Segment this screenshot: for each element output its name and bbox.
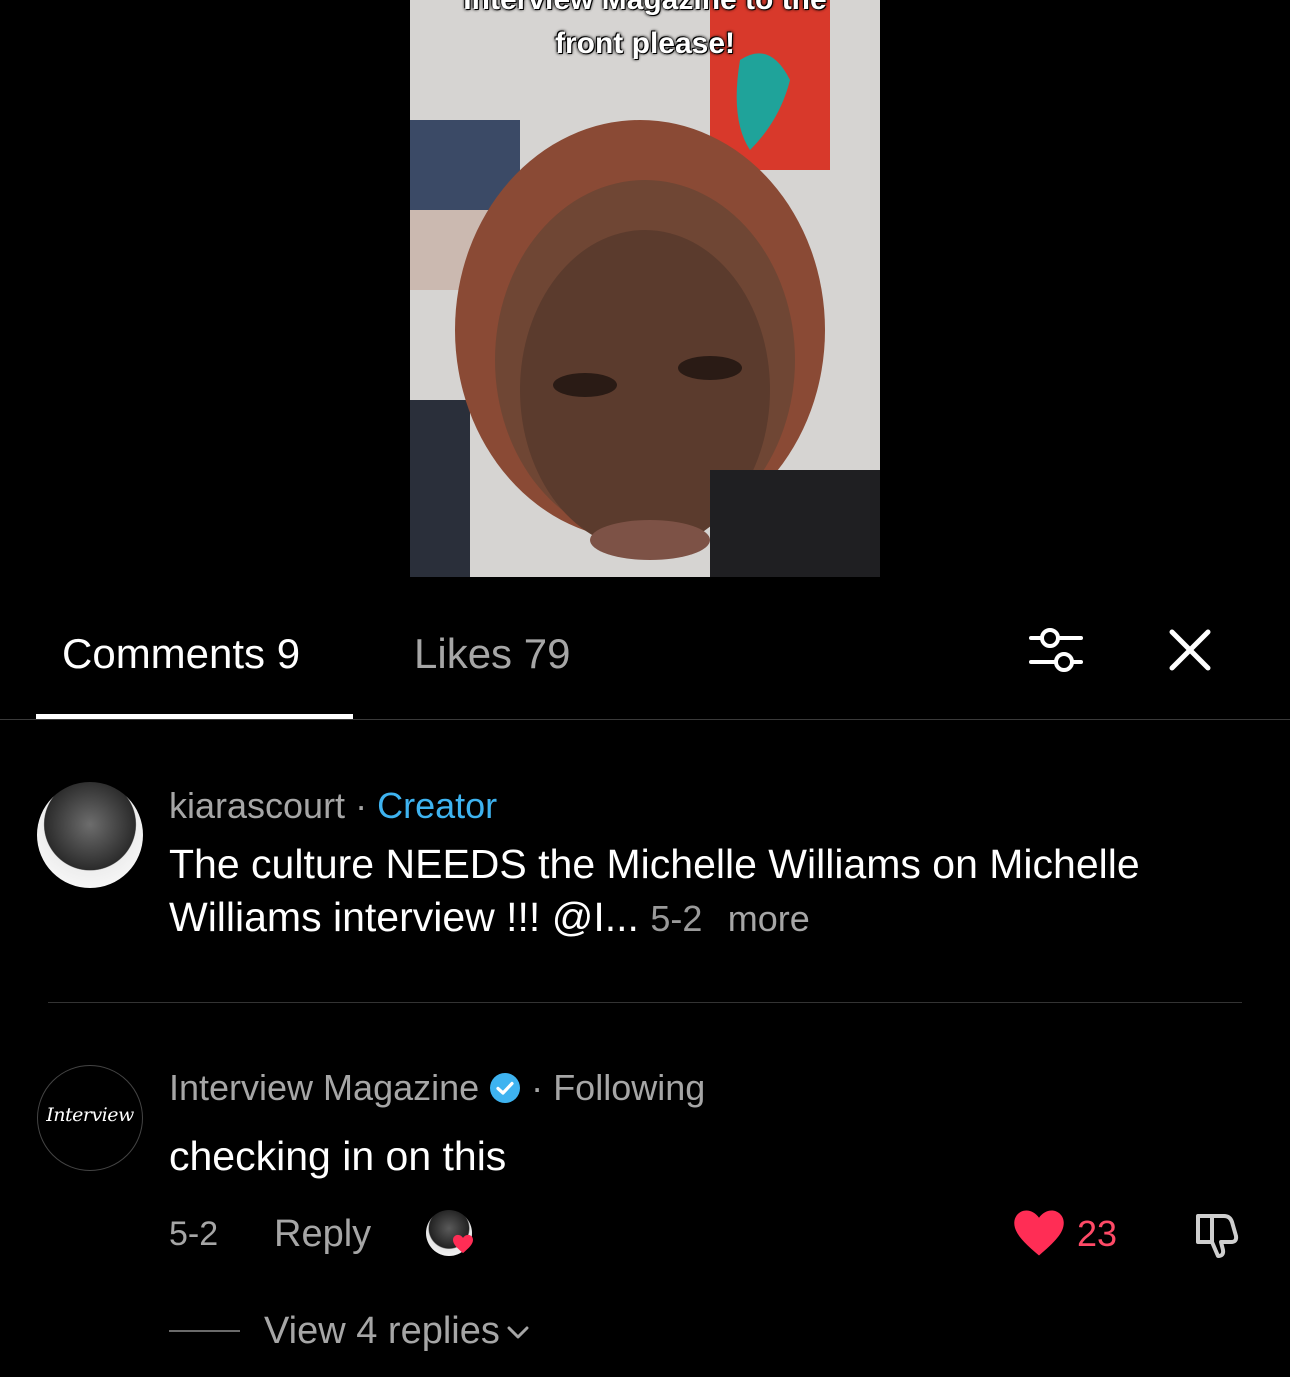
comment-1-date: 5-2	[650, 898, 703, 939]
comment-2-header: Interview Magazine · Following	[169, 1066, 705, 1110]
more-link[interactable]: more	[728, 898, 810, 939]
like-count: 23	[1077, 1213, 1118, 1254]
like-button[interactable]	[1012, 1208, 1066, 1258]
following-label: Following	[553, 1067, 706, 1108]
replies-connector-line	[169, 1330, 240, 1332]
heart-icon	[453, 1234, 473, 1254]
tab-divider	[0, 719, 1290, 720]
video-frame-image	[410, 0, 880, 577]
avatar-interview-magazine[interactable]: Interview	[37, 1065, 143, 1171]
heart-icon	[1014, 1210, 1064, 1256]
separator-dot: ·	[355, 785, 368, 826]
avatar-kiarascourt[interactable]	[37, 782, 143, 888]
close-icon	[1169, 629, 1211, 671]
chevron-down-icon	[507, 1326, 529, 1339]
comment-1-header: kiarascourt · Creator	[169, 784, 497, 828]
dislike-icon	[1196, 1214, 1239, 1258]
filter-button[interactable]	[1028, 622, 1084, 678]
verified-icon	[490, 1073, 521, 1103]
filter-icon	[1029, 628, 1083, 672]
video-caption-line-2: front please!	[554, 27, 736, 60]
tab-likes[interactable]: Likes 79	[414, 628, 570, 680]
close-button[interactable]	[1162, 622, 1218, 678]
liked-by-creator-avatar	[426, 1210, 473, 1256]
dislike-button[interactable]	[1190, 1208, 1242, 1260]
video-preview[interactable]: Interview Magazine to the front please!	[410, 0, 880, 577]
comment-2-date: 5-2	[169, 1215, 219, 1253]
comment-divider	[48, 1002, 1242, 1003]
comment-1-body: The culture NEEDS the Michelle Williams …	[169, 838, 1169, 945]
creator-badge: Creator	[377, 785, 498, 826]
video-caption: Interview Magazine to the front please!	[410, 0, 880, 66]
comment-2-username[interactable]: Interview Magazine	[169, 1067, 479, 1108]
separator-dot: ·	[531, 1067, 544, 1108]
comment-2-text: checking in on this	[169, 1133, 507, 1179]
reply-button[interactable]: Reply	[274, 1212, 371, 1256]
comment-1-username[interactable]: kiarascourt	[169, 785, 345, 826]
video-caption-line-1: Interview Magazine to the	[410, 0, 880, 22]
view-replies-button[interactable]: View 4 replies	[264, 1308, 530, 1354]
tab-comments[interactable]: Comments 9	[62, 628, 300, 680]
view-replies-label: View 4 replies	[264, 1310, 500, 1352]
interview-logo: Interview	[46, 1104, 134, 1126]
